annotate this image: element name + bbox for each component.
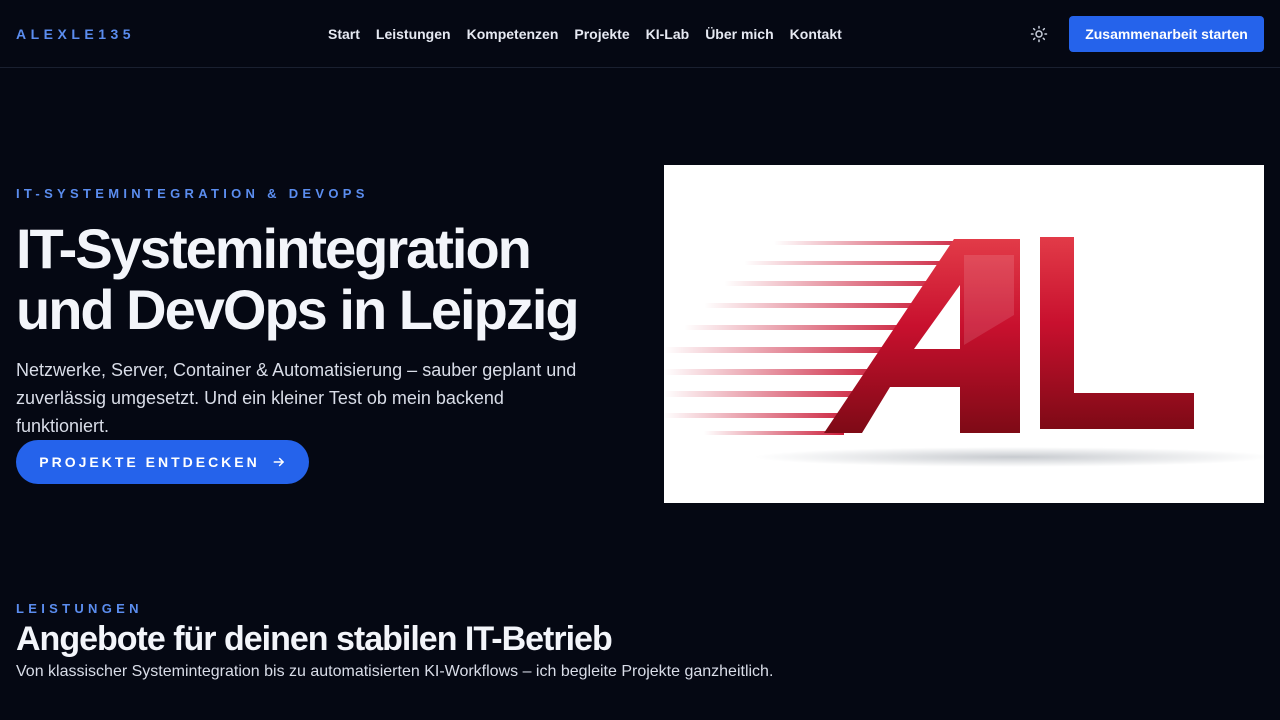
speed-streaks [664,241,974,435]
services-eyebrow: LEISTUNGEN [16,601,143,616]
nav-kompetenzen[interactable]: Kompetenzen [467,25,559,43]
hero-title-line-1: IT-Systemintegration [16,217,532,280]
al-letters [824,237,1194,433]
hero-eyebrow: IT-SYSTEMINTEGRATION & DEVOPS [16,186,369,201]
start-collaboration-button[interactable]: Zusammenarbeit starten [1069,16,1264,52]
al-logo-graphic [664,237,1264,467]
hero-logo-image [664,165,1264,503]
theme-toggle-button[interactable] [1028,23,1050,45]
nav-leistungen[interactable]: Leistungen [376,25,451,43]
explore-projects-button[interactable]: PROJEKTE ENTDECKEN [16,440,309,484]
nav-start[interactable]: Start [328,25,360,43]
sun-icon [1030,25,1048,43]
services-description: Von klassischer Systemintegration bis zu… [16,663,774,680]
explore-projects-label: PROJEKTE ENTDECKEN [39,454,260,470]
main-nav: Start Leistungen Kompetenzen Projekte KI… [328,25,842,43]
nav-kontakt[interactable]: Kontakt [790,25,842,43]
nav-ki-lab[interactable]: KI-Lab [646,25,690,43]
site-header: ALEXLE135 Start Leistungen Kompetenzen P… [0,0,1280,68]
brand-logo[interactable]: ALEXLE135 [16,26,135,42]
nav-ueber-mich[interactable]: Über mich [705,25,773,43]
hero-title-line-2: und DevOps in Leipzig [16,278,580,341]
nav-projekte[interactable]: Projekte [574,25,629,43]
hero-title: IT-Systemintegration und DevOps in Leipz… [16,218,636,340]
arrow-right-icon [273,457,284,467]
services-title: Angebote für deinen stabilen IT-Betrieb [16,620,613,658]
hero-description: Netzwerke, Server, Container & Automatis… [16,360,577,436]
